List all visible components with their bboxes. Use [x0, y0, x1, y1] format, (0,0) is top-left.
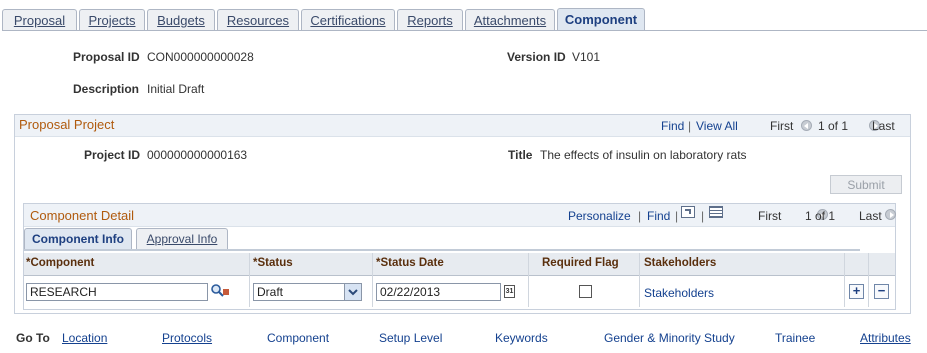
calendar-icon[interactable]: 31 — [504, 285, 515, 298]
tab-reports[interactable]: Reports — [397, 9, 463, 31]
project-id-label: Project ID — [84, 148, 141, 162]
delete-row-button[interactable]: − — [874, 284, 889, 299]
tab-budgets[interactable]: Budgets — [147, 9, 215, 31]
subtab-approval-info[interactable]: Approval Info — [136, 228, 228, 250]
tab-label: Projects — [88, 13, 136, 28]
stakeholders-link[interactable]: Stakeholders — [644, 286, 714, 300]
personalize-link[interactable]: Personalize — [568, 209, 631, 223]
col-divider — [528, 253, 529, 307]
prev-arrow-icon[interactable] — [801, 120, 812, 131]
description-label: Description — [73, 82, 140, 96]
tab-attachments[interactable]: Attachments — [465, 9, 555, 31]
find-link[interactable]: Find — [647, 209, 670, 223]
last-label: Last — [859, 209, 882, 223]
col-divider — [372, 253, 373, 307]
goto-location-link[interactable]: Location — [62, 331, 107, 345]
first-label: First — [758, 209, 782, 223]
required-flag-checkbox[interactable] — [579, 285, 592, 298]
status-select[interactable]: Draft — [253, 283, 362, 301]
version-id-label: Version ID — [507, 50, 566, 64]
status-value: Draft — [257, 285, 284, 299]
goto-attributes-link[interactable]: Attributes — [860, 331, 911, 345]
goto-protocols-link[interactable]: Protocols — [162, 331, 212, 345]
tab-label: Budgets — [157, 13, 205, 28]
separator: | — [638, 209, 642, 223]
proposal-project-title: Proposal Project — [19, 117, 115, 132]
col-status-date: *Status Date — [376, 257, 444, 269]
zoom-icon[interactable] — [681, 206, 695, 218]
tab-projects[interactable]: Projects — [79, 9, 145, 31]
goto-component-link[interactable]: Component — [267, 331, 329, 345]
row-count: 1 of 1 — [818, 119, 849, 133]
component-detail-title: Component Detail — [30, 208, 135, 223]
magnifier-icon[interactable] — [210, 283, 230, 299]
separator: | — [701, 209, 705, 223]
tab-resources[interactable]: Resources — [217, 9, 299, 31]
subtab-divider — [24, 249, 860, 251]
add-row-button[interactable]: + — [849, 284, 864, 299]
col-divider — [868, 253, 869, 307]
version-id-value: V101 — [572, 50, 601, 64]
tab-label: Proposal — [13, 13, 66, 28]
grid-header — [24, 253, 895, 276]
tab-component[interactable]: Component — [557, 8, 645, 31]
separator: | — [675, 209, 679, 223]
col-component: *Component — [26, 257, 95, 269]
row-count: 1 of 1 — [805, 209, 836, 223]
status-date-input[interactable]: 02/22/2013 — [376, 283, 501, 301]
chevron-down-icon[interactable] — [344, 284, 361, 300]
tab-label: Attachments — [473, 13, 547, 28]
tab-label: Component — [564, 12, 638, 27]
col-divider — [249, 253, 250, 307]
tab-label: Reports — [407, 13, 453, 28]
component-input[interactable]: RESEARCH — [26, 283, 208, 301]
proposal-id-value: CON000000000028 — [147, 50, 254, 64]
title-label: Title — [508, 148, 533, 162]
goto-trainee-link[interactable]: Trainee — [775, 331, 815, 345]
submit-button[interactable]: Submit — [830, 175, 902, 194]
proposal-id-label: Proposal ID — [73, 50, 140, 64]
tab-certifications[interactable]: Certifications — [301, 9, 395, 31]
goto-label: Go To — [16, 331, 50, 345]
tab-divider — [2, 30, 927, 31]
col-divider — [639, 253, 640, 307]
goto-gender-minority-link[interactable]: Gender & Minority Study — [604, 331, 735, 345]
col-required-flag: Required Flag — [542, 257, 619, 269]
subtab-label: Approval Info — [146, 232, 218, 246]
find-link[interactable]: Find — [661, 119, 684, 133]
view-all-link[interactable]: View All — [696, 119, 738, 133]
tab-label: Resources — [226, 13, 290, 28]
col-stakeholders: Stakeholders — [644, 257, 717, 269]
project-id-value: 000000000000163 — [147, 148, 248, 162]
grid-view-icon[interactable] — [709, 206, 723, 218]
description-value: Initial Draft — [147, 82, 205, 96]
separator: | — [688, 119, 692, 133]
goto-setup-level-link[interactable]: Setup Level — [379, 331, 442, 345]
subtab-component-info[interactable]: Component Info — [24, 228, 132, 250]
col-divider — [844, 253, 845, 307]
goto-keywords-link[interactable]: Keywords — [495, 331, 548, 345]
first-label: First — [770, 119, 794, 133]
subtab-label: Component Info — [32, 232, 124, 246]
next-arrow-icon[interactable] — [885, 209, 897, 220]
title-value: The effects of insulin on laboratory rat… — [540, 148, 747, 162]
col-status: *Status — [253, 257, 293, 269]
last-label: Last — [872, 119, 895, 133]
tab-label: Certifications — [310, 13, 386, 28]
tab-proposal[interactable]: Proposal — [2, 9, 77, 31]
